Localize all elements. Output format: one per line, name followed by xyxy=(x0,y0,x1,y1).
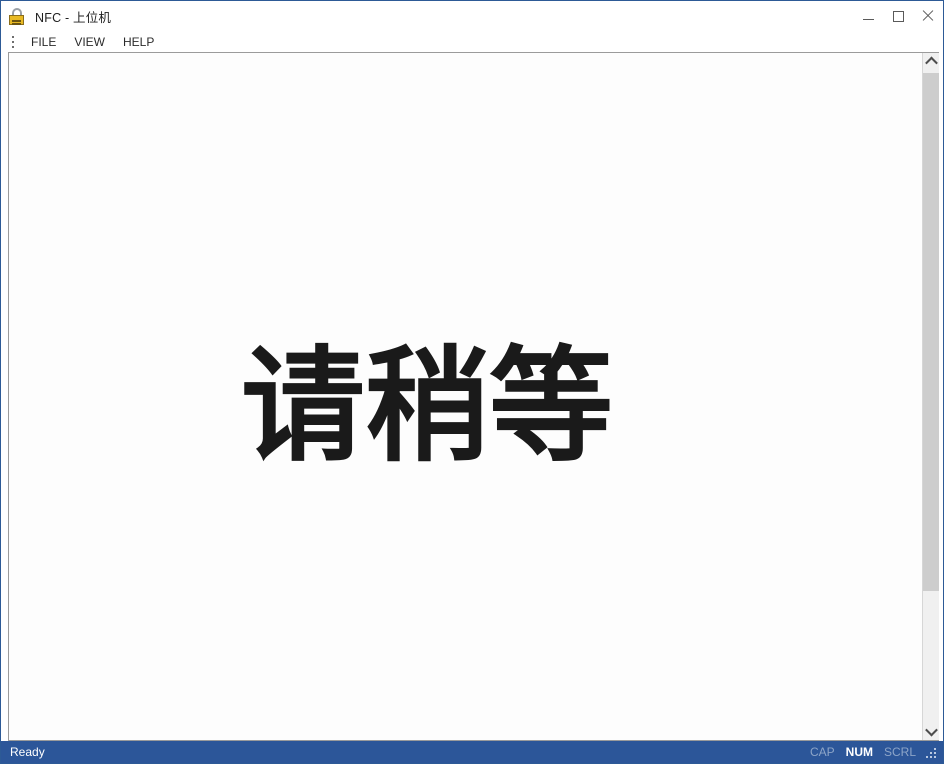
client-area: 请稍等 xyxy=(8,52,939,741)
close-button[interactable] xyxy=(913,1,943,31)
minimize-button[interactable] xyxy=(853,1,883,31)
menu-bar: FILE VIEW HELP xyxy=(1,31,943,52)
status-text: Ready xyxy=(10,745,45,759)
status-bar: Ready CAP NUM SCRL xyxy=(1,741,943,763)
document-canvas[interactable]: 请稍等 xyxy=(9,53,922,740)
status-badge-num: NUM xyxy=(845,745,873,759)
menu-item-view[interactable]: VIEW xyxy=(65,33,114,51)
kebab-menu-icon[interactable] xyxy=(8,35,18,49)
close-icon xyxy=(922,10,934,22)
chevron-up-icon xyxy=(924,56,938,70)
vertical-scrollbar[interactable] xyxy=(922,53,939,740)
window-controls xyxy=(853,1,943,31)
application-window: NFC - 上位机 FILE VIEW HELP 请稍等 Ready CAP N… xyxy=(0,0,944,764)
window-title: NFC - 上位机 xyxy=(35,10,112,25)
scroll-up-button[interactable] xyxy=(923,53,939,70)
chevron-down-icon xyxy=(924,723,938,737)
status-badge-scrl: SCRL xyxy=(883,745,916,759)
title-bar[interactable]: NFC - 上位机 xyxy=(1,1,943,31)
menu-item-file[interactable]: FILE xyxy=(22,33,65,51)
scrollbar-track[interactable] xyxy=(923,70,939,723)
status-badge-cap: CAP xyxy=(809,745,835,759)
scroll-down-button[interactable] xyxy=(923,723,939,740)
wait-message: 请稍等 xyxy=(241,335,614,479)
menu-item-help[interactable]: HELP xyxy=(114,33,163,51)
maximize-icon xyxy=(892,10,904,22)
minimize-icon xyxy=(862,18,874,20)
maximize-button[interactable] xyxy=(883,1,913,31)
padlock-icon xyxy=(9,7,26,25)
scrollbar-thumb[interactable] xyxy=(923,73,939,591)
status-indicators: CAP NUM SCRL xyxy=(810,745,916,759)
resize-grip-icon[interactable] xyxy=(926,747,937,758)
